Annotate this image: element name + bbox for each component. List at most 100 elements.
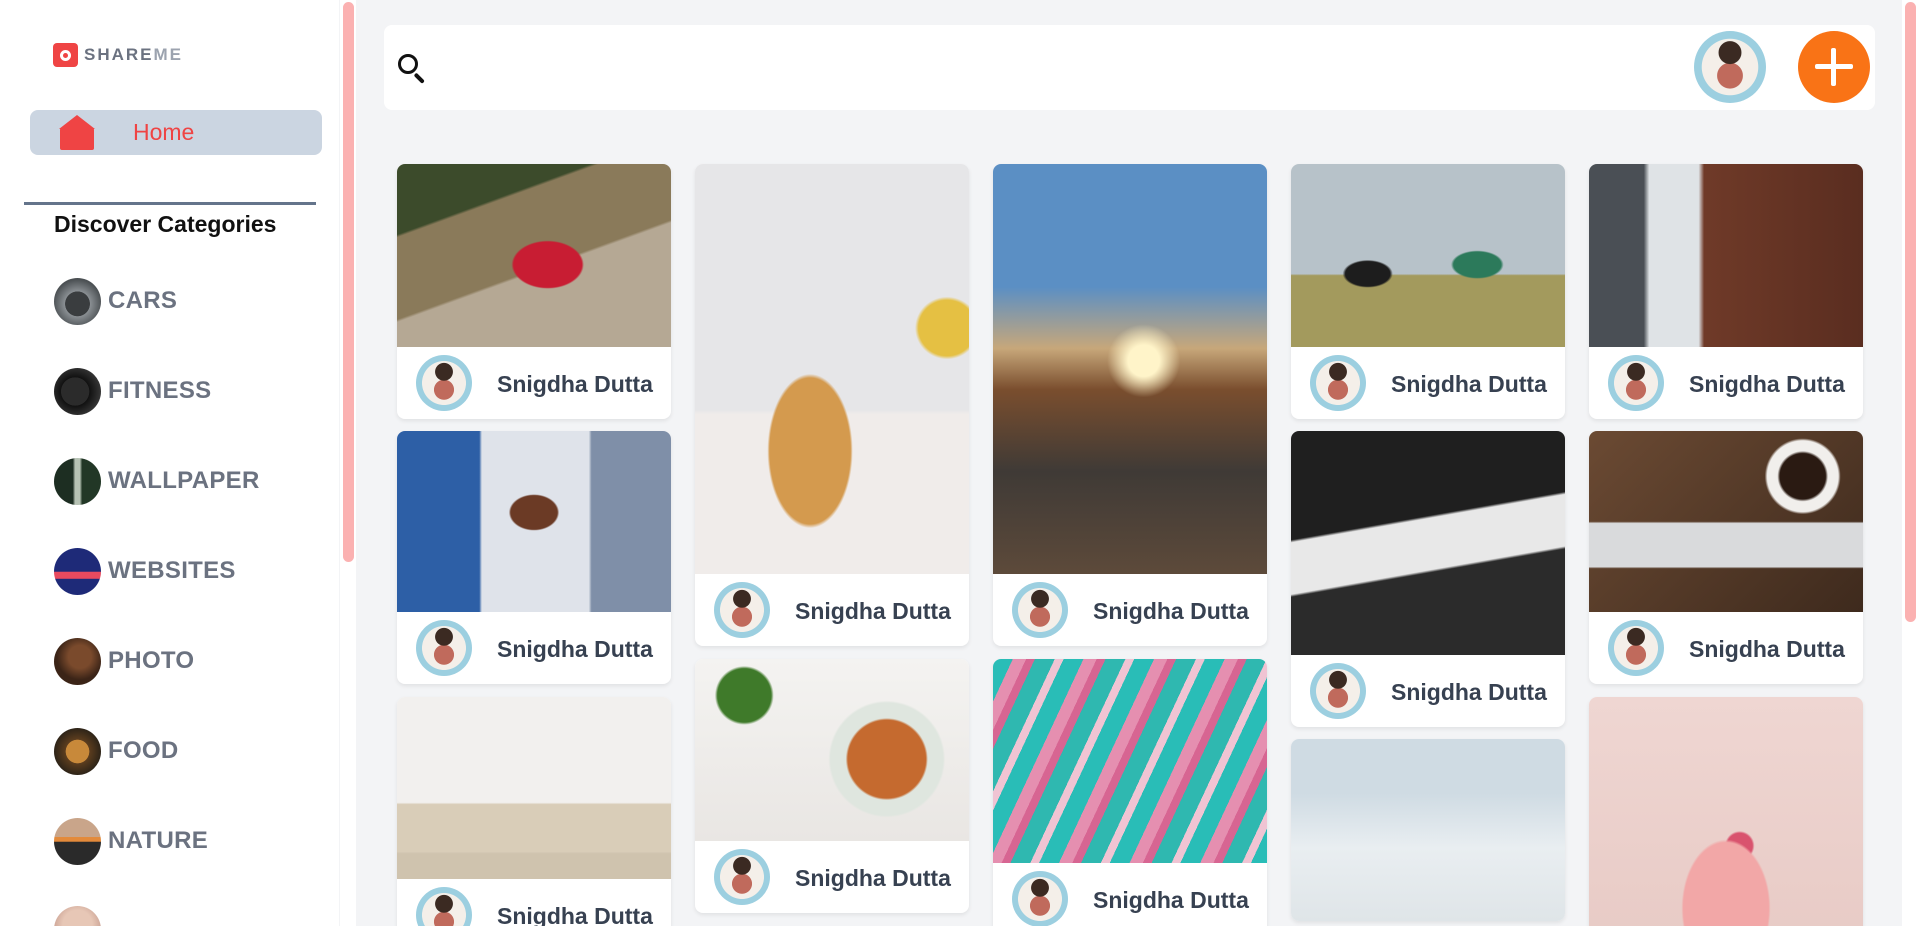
category-label: FOOD: [108, 737, 179, 764]
author-name[interactable]: Snigdha Dutta: [497, 371, 653, 398]
wallpaper-thumbnail: [54, 457, 101, 505]
author-name[interactable]: Snigdha Dutta: [1689, 371, 1845, 398]
author-name[interactable]: Snigdha Dutta: [1391, 679, 1547, 706]
logo-text: SHAREME: [84, 45, 183, 65]
author-avatar[interactable]: [714, 582, 770, 638]
search-input[interactable]: [444, 37, 1644, 97]
pin-card[interactable]: Snigdha Dutta: [397, 697, 671, 926]
author-avatar[interactable]: [1310, 355, 1366, 411]
author-name[interactable]: Snigdha Dutta: [1391, 371, 1547, 398]
pin-image[interactable]: [1589, 431, 1863, 612]
pin-card[interactable]: Snigdha Dutta: [695, 164, 969, 646]
author-name[interactable]: Snigdha Dutta: [497, 903, 653, 926]
author-avatar[interactable]: [1012, 582, 1068, 638]
sidebar: SHAREME Home Discover Categories CARS FI…: [0, 0, 339, 926]
author-name[interactable]: Snigdha Dutta: [1093, 887, 1249, 914]
pin-footer: Snigdha Dutta: [397, 347, 671, 419]
pin-footer: Snigdha Dutta: [993, 863, 1267, 926]
sidebar-item-websites[interactable]: WEBSITES: [54, 547, 236, 595]
sidebar-item-partial[interactable]: [54, 905, 101, 926]
author-avatar[interactable]: [1608, 355, 1664, 411]
pin-image[interactable]: [1589, 164, 1863, 347]
app-logo[interactable]: SHAREME: [53, 43, 183, 67]
pin-card[interactable]: Snigdha Dutta: [993, 659, 1267, 926]
category-label: CARS: [108, 287, 178, 314]
pin-image[interactable]: [397, 431, 671, 612]
search-bar: [384, 25, 1875, 110]
author-name[interactable]: Snigdha Dutta: [1689, 636, 1845, 663]
category-label: WEBSITES: [108, 557, 236, 584]
pin-footer: Snigdha Dutta: [1589, 612, 1863, 684]
add-pin-button[interactable]: [1798, 31, 1870, 103]
pin-image[interactable]: [993, 659, 1267, 863]
pin-image[interactable]: [1291, 739, 1565, 921]
user-avatar[interactable]: [1694, 31, 1766, 103]
pin-image[interactable]: [397, 697, 671, 879]
author-name[interactable]: Snigdha Dutta: [497, 636, 653, 663]
category-label: NATURE: [108, 827, 209, 854]
sidebar-scrollbar-thumb[interactable]: [343, 2, 354, 562]
pin-image[interactable]: [695, 164, 969, 574]
camera-icon: [53, 43, 78, 67]
author-avatar[interactable]: [1310, 663, 1366, 719]
pin-card[interactable]: Snigdha Dutta: [993, 164, 1267, 646]
pin-image[interactable]: [1291, 164, 1565, 347]
author-name[interactable]: Snigdha Dutta: [795, 598, 951, 625]
pin-image[interactable]: [695, 659, 969, 841]
author-avatar[interactable]: [416, 887, 472, 926]
pin-card[interactable]: Snigdha Dutta: [1589, 431, 1863, 684]
home-icon: [59, 114, 95, 151]
pin-footer: Snigdha Dutta: [1291, 347, 1565, 419]
pin-footer: Snigdha Dutta: [695, 841, 969, 913]
author-avatar[interactable]: [416, 620, 472, 676]
author-name[interactable]: Snigdha Dutta: [1093, 598, 1249, 625]
pin-footer: Snigdha Dutta: [397, 879, 671, 926]
pin-card[interactable]: Snigdha Dutta: [1589, 164, 1863, 419]
websites-thumbnail: [54, 547, 101, 595]
pin-card[interactable]: Snigdha Dutta: [1291, 431, 1565, 727]
logo-prefix: SHARE: [84, 45, 154, 64]
sidebar-item-fitness[interactable]: FITNESS: [54, 367, 211, 415]
pin-image[interactable]: [1589, 697, 1863, 926]
author-avatar[interactable]: [714, 849, 770, 905]
pin-footer: Snigdha Dutta: [397, 612, 671, 684]
home-label: Home: [133, 119, 195, 145]
pin-card[interactable]: [1589, 697, 1863, 926]
cars-thumbnail: [54, 277, 101, 325]
pin-card[interactable]: Snigdha Dutta: [695, 659, 969, 913]
category-label: WALLPAPER: [108, 467, 260, 494]
pin-image[interactable]: [397, 164, 671, 347]
discover-categories-heading: Discover Categories: [54, 211, 277, 237]
pin-image[interactable]: [1291, 431, 1565, 655]
sidebar-item-home[interactable]: Home: [30, 110, 322, 155]
food-thumbnail: [54, 727, 101, 775]
author-avatar[interactable]: [1608, 620, 1664, 676]
category-label: PHOTO: [108, 647, 195, 674]
category-thumbnail: [54, 905, 101, 926]
sidebar-item-wallpaper[interactable]: WALLPAPER: [54, 457, 260, 505]
nature-thumbnail: [54, 817, 101, 865]
sidebar-item-nature[interactable]: NATURE: [54, 817, 208, 865]
pin-footer: Snigdha Dutta: [695, 574, 969, 646]
pin-card[interactable]: Snigdha Dutta: [1291, 164, 1565, 419]
page-scrollbar-thumb[interactable]: [1905, 2, 1916, 622]
sidebar-item-cars[interactable]: CARS: [54, 277, 177, 325]
author-avatar[interactable]: [416, 355, 472, 411]
pin-footer: Snigdha Dutta: [1291, 655, 1565, 727]
author-avatar[interactable]: [1012, 871, 1068, 926]
sidebar-item-photo[interactable]: PHOTO: [54, 637, 194, 685]
pin-footer: Snigdha Dutta: [993, 574, 1267, 646]
author-name[interactable]: Snigdha Dutta: [795, 865, 951, 892]
pin-card[interactable]: Snigdha Dutta: [397, 431, 671, 684]
category-label: FITNESS: [108, 377, 212, 404]
pin-image[interactable]: [993, 164, 1267, 574]
sidebar-divider: [24, 202, 316, 205]
pin-card[interactable]: [1291, 739, 1565, 921]
logo-suffix: ME: [153, 45, 184, 64]
pin-card[interactable]: Snigdha Dutta: [397, 164, 671, 419]
search-icon[interactable]: [396, 52, 430, 86]
photo-thumbnail: [54, 637, 101, 685]
fitness-thumbnail: [54, 367, 101, 415]
sidebar-item-food[interactable]: FOOD: [54, 727, 179, 775]
pin-footer: Snigdha Dutta: [1589, 347, 1863, 419]
